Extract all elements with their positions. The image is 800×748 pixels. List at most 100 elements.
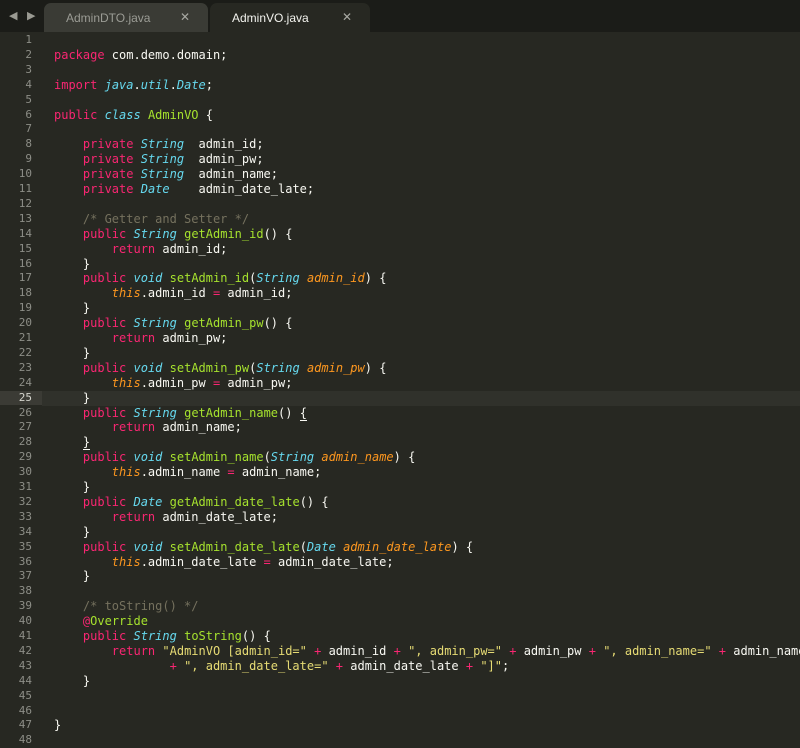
code-token: () { [241, 629, 271, 643]
code-token: public [82, 316, 127, 331]
code-token: = [263, 554, 271, 569]
code-line[interactable]: this.admin_name = admin_name; [54, 465, 322, 480]
code-line[interactable]: private String admin_pw; [54, 152, 264, 167]
code-line[interactable]: public void setAdmin_date_late(Date admi… [54, 540, 473, 555]
code-token: () { [263, 316, 293, 331]
code-line[interactable]: /* toString() */ [54, 599, 199, 614]
code-line[interactable]: return admin_name; [54, 420, 242, 435]
code-line[interactable]: public String getAdmin_pw() { [54, 316, 293, 331]
code-line[interactable]: } [54, 480, 90, 495]
code-line[interactable]: /* Getter and Setter */ [54, 212, 249, 227]
code-token: admin_pw [306, 360, 365, 375]
code-token: admin_id; [184, 137, 264, 152]
code-line[interactable]: this.admin_pw = admin_pw; [54, 376, 293, 391]
code-token: return [111, 509, 156, 524]
line-number: 8 [25, 137, 32, 151]
line-number: 30 [18, 465, 32, 479]
code-line[interactable]: @Override [54, 614, 148, 629]
code-token: return [111, 420, 156, 435]
code-token: this [111, 465, 141, 480]
code-line[interactable]: private String admin_id; [54, 137, 264, 152]
code-line[interactable]: } [54, 391, 90, 406]
code-token: public [82, 539, 127, 554]
code-line[interactable]: } [54, 525, 90, 540]
code-line[interactable]: private String admin_name; [54, 167, 278, 182]
code-token: .admin_name [140, 465, 228, 480]
code-line[interactable]: public void setAdmin_id(String admin_id)… [54, 271, 387, 286]
code-line[interactable]: private Date admin_date_late; [54, 182, 314, 197]
close-icon[interactable]: ✕ [180, 10, 190, 24]
code-token: private [82, 152, 134, 167]
code-token: . [169, 77, 177, 92]
code-line[interactable]: } [54, 435, 91, 451]
code-line[interactable]: this.admin_date_late = admin_date_late; [54, 555, 394, 570]
code-token: admin_pw [516, 643, 589, 658]
current-line-highlight [42, 390, 800, 406]
code-token: admin_name [321, 450, 394, 465]
code-token: String [133, 226, 177, 241]
code-token: } [82, 435, 91, 451]
code-line[interactable]: return admin_id; [54, 242, 228, 257]
code-token: .admin_id [140, 286, 213, 301]
code-line[interactable]: } [54, 257, 90, 272]
code-line[interactable]: public String getAdmin_id() { [54, 226, 293, 242]
line-number: 6 [25, 107, 32, 121]
code-token: String [133, 629, 177, 643]
code-line[interactable]: return admin_date_late; [54, 510, 278, 525]
line-number: 12 [18, 196, 32, 210]
code-token: + [335, 658, 344, 673]
code-line[interactable]: public Date getAdmin_date_late() { [54, 495, 329, 510]
code-line[interactable]: public class AdminVO { [54, 108, 213, 123]
tab-adminvo[interactable]: AdminVO.java ✕ [210, 3, 370, 32]
code-line[interactable]: public void setAdmin_pw(String admin_pw)… [54, 360, 387, 376]
line-number: 29 [18, 450, 32, 464]
line-number: 23 [18, 360, 32, 374]
code-line[interactable]: return admin_pw; [54, 331, 228, 346]
code-line[interactable]: return "AdminVO [admin_id=" + admin_id +… [54, 644, 800, 659]
code-token: admin_date_late; [155, 509, 278, 524]
tab-admindto[interactable]: AdminDTO.java ✕ [44, 3, 208, 32]
code-line[interactable]: } [54, 718, 61, 733]
code-line[interactable]: package com.demo.domain; [54, 48, 227, 63]
code-line[interactable]: public void setAdmin_name(String admin_n… [54, 450, 415, 465]
code-line[interactable]: + ", admin_date_late=" + admin_date_late… [54, 658, 510, 674]
code-token: toString [184, 629, 242, 643]
code-token: } [54, 673, 91, 688]
code-line[interactable]: this.admin_id = admin_id; [54, 286, 293, 301]
code-line[interactable]: } [54, 674, 90, 689]
code-line[interactable]: import java.util.Date; [54, 78, 213, 93]
code-token: this [111, 554, 141, 569]
code-line[interactable]: } [54, 301, 90, 316]
code-line[interactable]: } [54, 346, 90, 361]
code-line[interactable]: public String toString() { [54, 629, 271, 644]
code-token: public [82, 226, 127, 241]
code-token: private [82, 167, 134, 182]
code-token: package [54, 47, 105, 62]
code-token: ) { [393, 450, 416, 465]
code-line[interactable]: } [54, 569, 90, 584]
code-token: admin_name; [184, 167, 278, 182]
close-icon[interactable]: ✕ [342, 10, 352, 24]
code-token: public [54, 107, 98, 122]
code-token: public [82, 629, 127, 643]
code-token: } [54, 718, 62, 733]
code-line[interactable]: public String getAdmin_name() { [54, 405, 307, 421]
line-number: 14 [18, 226, 32, 240]
line-number: 33 [18, 509, 32, 523]
code-token: } [54, 524, 91, 539]
tab-nav-arrows-icon[interactable]: ◀ ▶ [9, 9, 38, 22]
line-number: 40 [18, 614, 32, 628]
code-token: void [133, 450, 163, 465]
